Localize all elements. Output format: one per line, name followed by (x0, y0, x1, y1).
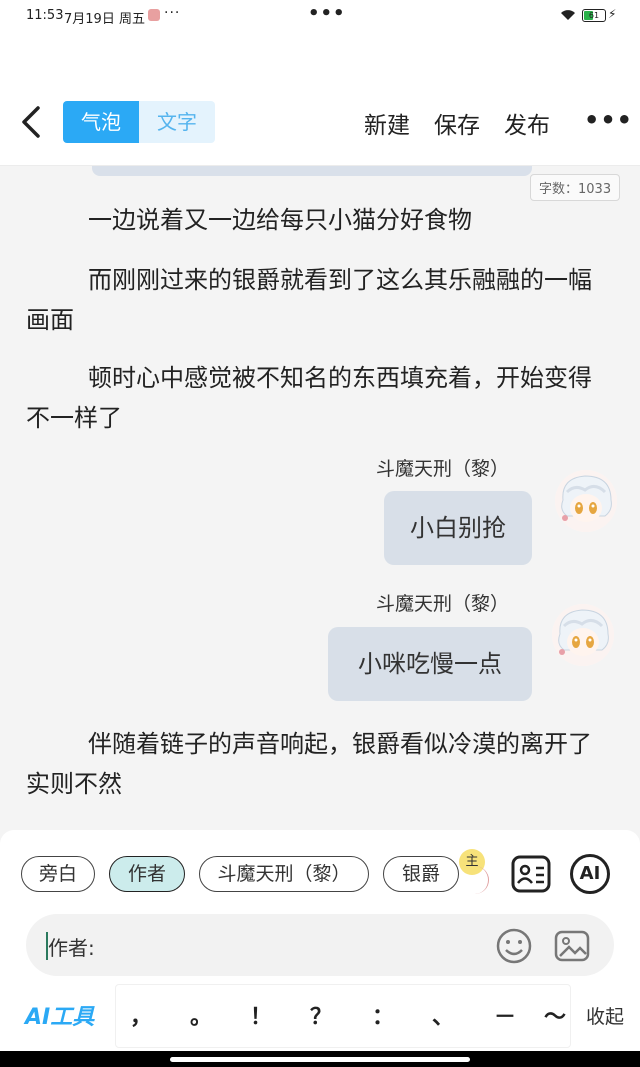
collapse-button[interactable]: 收起 (586, 1002, 624, 1029)
message-input[interactable]: 作者: (26, 914, 614, 976)
message-bubble[interactable]: 小白别抢 (384, 491, 532, 565)
avatar[interactable] (552, 604, 614, 666)
avatar[interactable] (555, 470, 617, 532)
narration-paragraph[interactable]: 顿时心中感觉被不知名的东西填充着，开始变得不一样了 (26, 358, 596, 438)
punct-question[interactable]: ？ (310, 999, 332, 1031)
message-speaker-name: 斗魔天刑（黎） (376, 593, 510, 615)
role-chip-character[interactable]: 斗魔天刑（黎） (199, 856, 369, 892)
status-date: 7月19日 周五 (64, 12, 145, 27)
role-chip-narrator[interactable]: 旁白 (21, 856, 95, 892)
more-notifications-icon: ··· (164, 5, 181, 21)
battery-level: 61 (588, 11, 600, 20)
contact-card-icon[interactable] (510, 854, 552, 898)
punctuation-bar: ， 。 ！ ？ ： 、 － ～ (115, 984, 571, 1048)
home-indicator[interactable] (170, 1057, 470, 1062)
image-icon[interactable] (554, 928, 590, 968)
mode-switch: 气泡 文字 (63, 101, 215, 143)
back-icon[interactable] (18, 102, 48, 142)
wifi-icon (560, 9, 576, 25)
narration-paragraph[interactable]: 而刚刚过来的银爵就看到了这么其乐融融的一幅画面 (26, 260, 596, 340)
punct-enumeration-comma[interactable]: 、 (432, 999, 454, 1031)
charging-icon: ⚡ (608, 7, 617, 21)
composer-panel: 旁白 作者 斗魔天刑（黎） 银爵 主 AI 作者: AI工具 ， 。 ！ ？ ：… (0, 830, 640, 1067)
role-chip-overflow (474, 866, 489, 894)
punct-comma[interactable]: ， (130, 999, 152, 1031)
top-bar: 气泡 文字 新建 保存 发布 ••• (0, 34, 640, 166)
ai-tool-button[interactable]: AI工具 (25, 999, 94, 1031)
narration-paragraph[interactable]: 伴随着链子的声音响起，银爵看似冷漠的离开了实则不然 (26, 724, 596, 804)
emoji-icon[interactable] (496, 928, 532, 968)
ai-assistant-button[interactable]: AI (570, 854, 610, 894)
role-chip-author[interactable]: 作者 (109, 856, 185, 892)
more-menu-icon[interactable]: ••• (584, 106, 633, 134)
message-input-value[interactable]: 作者: (48, 932, 95, 961)
status-time: 11:53 (26, 8, 64, 23)
tab-text[interactable]: 文字 (139, 101, 215, 143)
status-center-dots: ••• (308, 3, 346, 24)
punct-tilde[interactable]: ～ (544, 999, 566, 1031)
story-content[interactable]: 字数：1033 一边说着又一边给每只小猫分好食物 而刚刚过来的银爵就看到了这么其… (0, 166, 640, 830)
punct-colon[interactable]: ： (372, 999, 394, 1031)
message-speaker-name: 斗魔天刑（黎） (376, 458, 510, 480)
status-bar: 11:53 7月19日 周五 ··· ••• 61 ⚡ (0, 0, 640, 34)
punct-dash[interactable]: － (494, 999, 516, 1031)
punct-exclamation[interactable]: ！ (250, 999, 272, 1031)
notification-app-icon (148, 9, 160, 21)
role-chip-yinjue[interactable]: 银爵 (383, 856, 459, 892)
message-bubble[interactable]: 小咪吃慢一点 (328, 627, 532, 701)
narration-paragraph[interactable]: 一边说着又一边给每只小猫分好食物 (26, 200, 596, 240)
new-button[interactable]: 新建 (364, 106, 410, 140)
word-count: 字数：1033 (530, 174, 621, 201)
tab-bubble[interactable]: 气泡 (63, 101, 139, 143)
previous-message-bubble (92, 166, 532, 176)
battery-icon: 61 (582, 9, 606, 22)
save-button[interactable]: 保存 (434, 106, 480, 140)
punct-period[interactable]: 。 (190, 999, 212, 1031)
publish-button[interactable]: 发布 (504, 106, 550, 140)
header-actions: 新建 保存 发布 (364, 106, 574, 140)
